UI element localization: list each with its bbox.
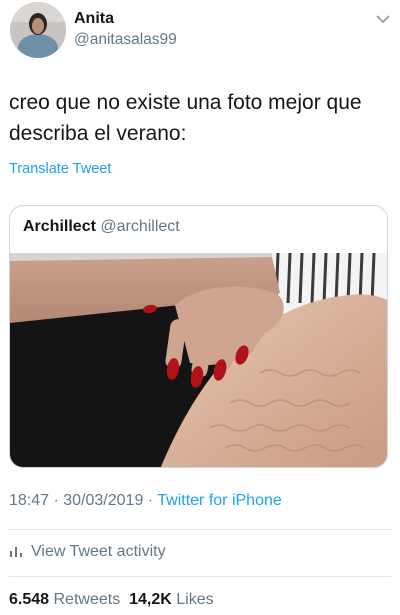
chevron-down-icon[interactable]	[376, 14, 390, 24]
avatar[interactable]	[10, 2, 66, 58]
tweet-header: Anita @anitasalas99	[10, 2, 394, 60]
view-tweet-activity-label: View Tweet activity	[31, 543, 166, 560]
translate-tweet-link[interactable]: Translate Tweet	[9, 161, 111, 177]
likes-stat[interactable]: 14,2K Likes	[129, 591, 214, 608]
quoted-tweet-header: Archillect @archillect	[23, 218, 180, 236]
likes-label: Likes	[176, 591, 214, 608]
view-tweet-activity[interactable]: View Tweet activity	[9, 543, 166, 561]
tweet-timestamp[interactable]: 18:47 · 30/03/2019 ·	[9, 492, 157, 509]
tweet-stats: 6.548 Retweets 14,2K Likes	[9, 591, 214, 609]
likes-count: 14,2K	[129, 591, 172, 608]
author-name[interactable]: Anita	[74, 10, 114, 28]
retweets-count: 6.548	[9, 591, 50, 608]
tweet-text: creo que no existe una foto mejor que de…	[9, 91, 362, 145]
quoted-tweet-photo[interactable]	[10, 253, 387, 467]
retweets-stat[interactable]: 6.548 Retweets	[9, 591, 120, 608]
author-handle[interactable]: @anitasalas99	[74, 31, 177, 49]
tweet-meta: 18:47 · 30/03/2019 · Twitter for iPhone	[9, 492, 282, 510]
retweets-label: Retweets	[53, 591, 121, 608]
divider	[9, 529, 391, 530]
bar-chart-icon	[10, 547, 22, 557]
quoted-author-name: Archillect	[23, 218, 96, 235]
tweet-source[interactable]: Twitter for iPhone	[157, 492, 282, 509]
quoted-author-handle: @archillect	[100, 218, 180, 235]
divider	[9, 576, 391, 577]
quoted-tweet[interactable]: Archillect @archillect	[9, 205, 388, 468]
